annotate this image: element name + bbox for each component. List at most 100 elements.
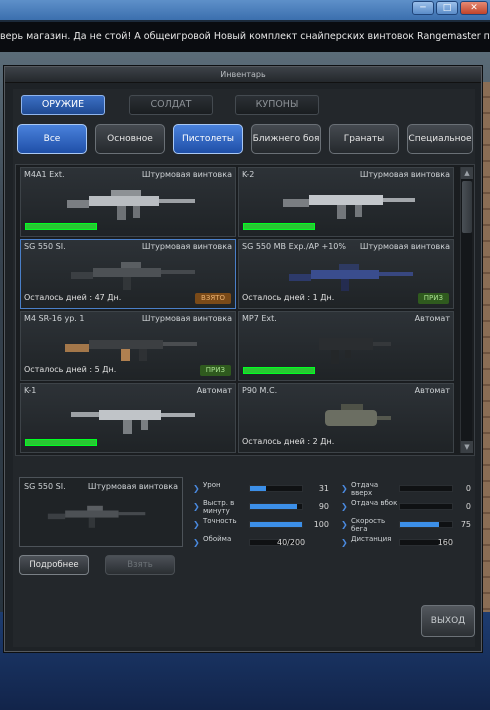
weapon-grid: M4A1 Ext. Штурмовая винтовка K-2 Штурмов…: [15, 164, 475, 456]
weapon-type: Штурмовая винтовка: [359, 170, 450, 179]
scroll-up-icon[interactable]: ▲: [461, 167, 473, 179]
maximize-button[interactable]: □: [436, 1, 458, 15]
weapon-name: SG 550 MB Exp./AP +10%: [242, 242, 346, 251]
stat-value: 160: [437, 538, 453, 547]
take-button[interactable]: Взять: [105, 555, 175, 575]
weapon-card-m4sr16[interactable]: M4 SR-16 ур. 1 Штурмовая винтовка Остало…: [20, 311, 236, 381]
weapon-type: Штурмовая винтовка: [359, 242, 450, 251]
weapon-card-m4a1[interactable]: M4A1 Ext. Штурмовая винтовка: [20, 167, 236, 237]
stat-damage: ❯ Урон 31: [193, 481, 333, 497]
exit-button[interactable]: ВЫХОД: [421, 605, 475, 637]
minimize-button[interactable]: ─: [412, 1, 434, 15]
tab-weapons[interactable]: ОРУЖИЕ: [21, 95, 105, 115]
chevron-right-icon: ❯: [193, 520, 200, 529]
weapon-type: Автомат: [196, 386, 232, 395]
days-remaining: Осталось дней : 2 Дн.: [242, 437, 335, 446]
filter-pistols[interactable]: Пистолеты: [173, 124, 243, 154]
prize-badge: ПРИЗ: [417, 293, 449, 304]
inventory-panel: ОРУЖИЕ СОЛДАТ КУПОНЫ Все Основное Пистол…: [13, 89, 475, 647]
stat-rate-of-fire: ❯ Выстр. в минуту 90: [193, 499, 333, 515]
weapon-name: K-1: [24, 386, 37, 395]
filter-special[interactable]: Специальное: [407, 124, 473, 154]
weapon-card-mp7[interactable]: MP7 Ext. Автомат: [238, 311, 454, 381]
durability-bar: [25, 223, 97, 230]
weapon-card-sg550mb[interactable]: SG 550 MB Exp./AP +10% Штурмовая винтовк…: [238, 239, 454, 309]
smg-icon: [325, 404, 391, 426]
stat-magazine: ❯ Обойма 40/200: [193, 535, 333, 551]
stat-bar: [399, 485, 453, 492]
prize-badge: ПРИЗ: [199, 365, 231, 376]
weapon-name: P90 M.C.: [242, 386, 278, 395]
stat-horizontal-recoil: ❯ Отдача вбок 0: [341, 499, 473, 515]
weapon-card-k1[interactable]: K-1 Автомат: [20, 383, 236, 453]
stat-range: ❯ Дистанция 160: [341, 535, 473, 551]
filter-melee[interactable]: Ближнего боя: [251, 124, 321, 154]
stat-label: Точность: [203, 517, 237, 525]
weapon-stats: ❯ Урон 31 ❯ Выстр. в минуту 90 ❯ Точност…: [193, 481, 473, 569]
stat-bar: [249, 485, 303, 492]
stat-run-speed: ❯ Скорость бега 75: [341, 517, 473, 533]
scroll-down-icon[interactable]: ▼: [461, 441, 473, 453]
stat-label: Отдача вбок: [351, 499, 398, 507]
stat-accuracy: ❯ Точность 100: [193, 517, 333, 533]
weapon-type: Штурмовая винтовка: [141, 242, 232, 251]
filter-primary[interactable]: Основное: [95, 124, 165, 154]
days-remaining: Осталось дней : 47 Дн.: [24, 293, 122, 302]
durability-bar: [243, 223, 315, 230]
weapon-card-sg550[interactable]: SG 550 SI. Штурмовая винтовка Осталось д…: [20, 239, 236, 309]
stat-value: 31: [318, 484, 329, 493]
days-remaining: Осталось дней : 1 Дн.: [242, 293, 335, 302]
stat-value: 75: [460, 520, 471, 529]
stat-label: Скорость бега: [351, 517, 386, 533]
grid-scrollbar[interactable]: ▲ ▼: [460, 167, 473, 453]
tab-soldier[interactable]: СОЛДАТ: [129, 95, 213, 115]
smg-icon: [319, 338, 391, 364]
taken-badge: ВЗЯТО: [195, 293, 231, 304]
weapon-name: M4 SR-16 ур. 1: [24, 314, 85, 323]
chevron-right-icon: ❯: [193, 538, 200, 547]
rifle-icon: [47, 505, 146, 528]
weapon-type: Автомат: [414, 386, 450, 395]
filter-grenades[interactable]: Гранаты: [329, 124, 399, 154]
stat-value: 0: [465, 502, 471, 511]
rifle-icon: [71, 262, 195, 290]
weapon-type: Штурмовая винтовка: [141, 170, 232, 179]
stat-label: Выстр. в минуту: [203, 499, 235, 515]
weapon-type: Штурмовая винтовка: [141, 314, 232, 323]
stat-vertical-recoil: ❯ Отдача вверх 0: [341, 481, 473, 497]
chevron-right-icon: ❯: [341, 502, 348, 511]
rifle-icon: [67, 190, 195, 220]
details-button[interactable]: Подробнее: [19, 555, 89, 575]
stat-label: Отдача вверх: [351, 481, 379, 497]
stat-bar: [249, 521, 303, 528]
stat-bar: [399, 503, 453, 510]
chevron-right-icon: ❯: [341, 484, 348, 493]
weapon-name: M4A1 Ext.: [24, 170, 65, 179]
weapon-card-p90[interactable]: P90 M.C. Автомат Осталось дней : 2 Дн.: [238, 383, 454, 453]
scroll-thumb[interactable]: [462, 181, 472, 233]
weapon-name: SG 550 SI.: [24, 242, 66, 251]
durability-bar: [243, 367, 315, 374]
weapon-name: MP7 Ext.: [242, 314, 277, 323]
tab-coupons[interactable]: КУПОНЫ: [235, 95, 319, 115]
stat-value: 90: [318, 502, 329, 511]
filter-all[interactable]: Все: [17, 124, 87, 154]
close-button[interactable]: ✕: [460, 1, 488, 15]
smg-icon: [71, 410, 195, 434]
selected-weapon-preview: SG 550 SI. Штурмовая винтовка: [19, 477, 183, 547]
stat-value: 40/200: [277, 538, 306, 547]
stat-value: 0: [465, 484, 471, 493]
days-remaining: Осталось дней : 5 Дн.: [24, 365, 117, 374]
rifle-icon: [283, 195, 415, 219]
window-title-bar: ─ □ ✕: [0, 0, 490, 20]
selected-weapon-name: SG 550 SI.: [24, 482, 66, 491]
weapon-card-k2[interactable]: K-2 Штурмовая винтовка: [238, 167, 454, 237]
durability-bar: [25, 439, 97, 446]
weapon-type: Автомат: [414, 314, 450, 323]
selected-weapon-type: Штурмовая винтовка: [87, 482, 178, 491]
stat-label: Урон: [203, 481, 221, 489]
chevron-right-icon: ❯: [341, 520, 348, 529]
news-ticker: верь магазин. Да не стой! А общеигровой …: [0, 22, 490, 52]
weapon-name: K-2: [242, 170, 255, 179]
chevron-right-icon: ❯: [193, 502, 200, 511]
